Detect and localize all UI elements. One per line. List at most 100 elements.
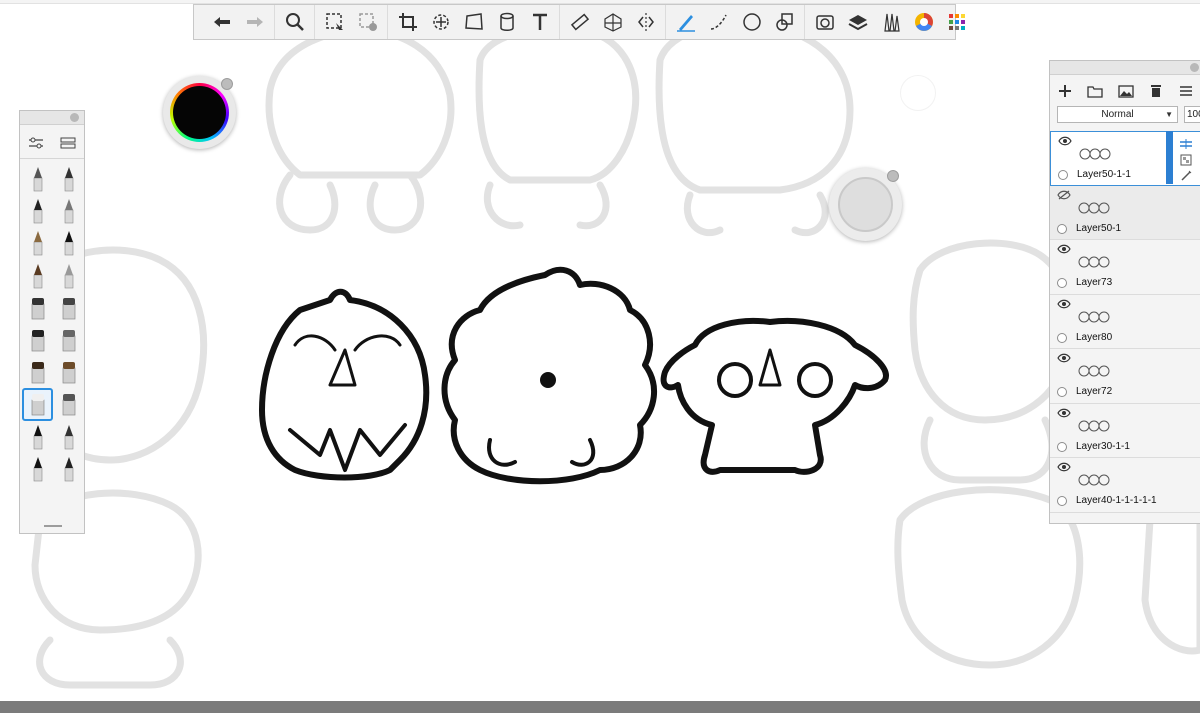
zoom-icon[interactable] — [278, 7, 311, 37]
brush-sets-icon[interactable] — [52, 127, 84, 159]
layer-select-radio[interactable] — [1058, 170, 1068, 180]
layer-thumbnail — [1078, 311, 1110, 322]
pen-icon[interactable] — [669, 7, 702, 37]
crop-icon[interactable] — [391, 7, 424, 37]
symmetry-icon[interactable] — [629, 7, 662, 37]
merge-down-icon[interactable] — [1178, 137, 1194, 151]
brush-puck-center[interactable] — [838, 177, 893, 232]
clear-selection-icon[interactable] — [351, 7, 384, 37]
layer-select-radio[interactable] — [1057, 278, 1067, 288]
flat-marker-brush-icon[interactable] — [53, 292, 84, 324]
layer-select-radio[interactable] — [1057, 332, 1067, 343]
brushes-icon[interactable] — [874, 7, 907, 37]
current-color-swatch[interactable] — [173, 86, 226, 139]
visibility-eye-icon[interactable] — [1058, 136, 1072, 146]
visibility-eye-icon[interactable] — [1057, 299, 1071, 309]
visibility-eye-icon[interactable] — [1057, 462, 1071, 472]
transform-group — [388, 5, 560, 39]
curve-icon[interactable] — [702, 7, 735, 37]
panel-header[interactable] — [20, 111, 84, 125]
resize-grip-icon[interactable] — [44, 525, 62, 527]
lasso-select-icon[interactable] — [318, 7, 351, 37]
layer-name: Layer72 — [1076, 386, 1113, 397]
airbrush-brush-icon[interactable] — [53, 260, 84, 292]
layer-opacity-input[interactable]: 100 — [1184, 106, 1200, 123]
brush-puck[interactable] — [829, 168, 902, 241]
needle-fine-brush-icon[interactable] — [53, 453, 84, 485]
layers-icon[interactable] — [841, 7, 874, 37]
main-toolbar — [193, 4, 965, 40]
layer-menu-icon[interactable] — [1171, 78, 1200, 104]
layer-row[interactable]: Layer40-1-1-1-1-1 — [1050, 458, 1200, 513]
color-puck[interactable] — [163, 76, 236, 149]
layer-list: Layer50-1-1 Layer50-1 Layer73 Layer80 Layer7… — [1050, 131, 1200, 513]
hidden-eye-icon[interactable] — [1057, 190, 1071, 200]
layer-row[interactable]: Layer30-1-1 — [1050, 403, 1200, 458]
ruler-icon[interactable] — [563, 7, 596, 37]
perspective-icon[interactable] — [596, 7, 629, 37]
pencil-brush-icon[interactable] — [22, 163, 53, 195]
layer-select-radio[interactable] — [1057, 441, 1067, 452]
visibility-eye-icon[interactable] — [1057, 244, 1071, 254]
paint-brush-icon[interactable] — [22, 260, 53, 292]
drawing-canvas[interactable]: Normal▼ 100 Layer50-1-1Layer50-1Layer73L… — [0, 0, 1200, 713]
fill-icon[interactable] — [490, 7, 523, 37]
brush-properties-icon[interactable] — [20, 127, 52, 159]
add-layer-icon[interactable] — [1050, 78, 1080, 104]
layer-name: Layer30-1-1 — [1076, 440, 1130, 452]
close-icon[interactable] — [1190, 63, 1199, 72]
ballpoint-brush-icon[interactable] — [22, 227, 53, 259]
color-wheel-icon[interactable] — [907, 7, 940, 37]
layer-wand-icon[interactable] — [1178, 169, 1194, 183]
layer-select-radio[interactable] — [1057, 387, 1067, 397]
copic-palette-icon[interactable] — [940, 7, 973, 37]
puck-grip-icon[interactable] — [887, 170, 899, 182]
undo-icon[interactable] — [205, 7, 238, 37]
layer-row[interactable]: Layer80 — [1050, 294, 1200, 349]
layer-select-radio[interactable] — [1057, 496, 1067, 506]
wet-brush-icon[interactable] — [22, 356, 53, 388]
puck-grip-icon[interactable] — [221, 78, 233, 90]
transform-icon[interactable] — [424, 7, 457, 37]
panels-group — [805, 5, 976, 39]
close-icon[interactable] — [70, 113, 79, 122]
active-layer-indicator — [1166, 131, 1173, 184]
layer-editor-panel: Normal▼ 100 Layer50-1-1Layer50-1Layer73L… — [1049, 60, 1200, 524]
history-group — [202, 5, 275, 39]
felt-pen-brush-icon[interactable] — [53, 163, 84, 195]
ellipse-icon[interactable] — [735, 7, 768, 37]
soft-round-brush-icon[interactable] — [22, 324, 53, 356]
layer-row[interactable]: Layer73 — [1050, 240, 1200, 295]
add-group-icon[interactable] — [1080, 78, 1110, 104]
layer-select-radio[interactable] — [1057, 223, 1067, 234]
dry-brush-icon[interactable] — [53, 356, 84, 388]
time-lapse-icon[interactable] — [808, 7, 841, 37]
fineliner-brush-icon[interactable] — [22, 421, 53, 453]
visibility-eye-icon[interactable] — [1057, 408, 1071, 418]
text-icon[interactable] — [523, 7, 556, 37]
eraser-hard-brush-icon[interactable] — [53, 388, 84, 420]
hard-round-brush-icon[interactable] — [53, 324, 84, 356]
visibility-eye-icon[interactable] — [1057, 353, 1071, 363]
fineliner-fine-brush-icon[interactable] — [53, 421, 84, 453]
distort-icon[interactable] — [457, 7, 490, 37]
needle-brush-icon[interactable] — [22, 453, 53, 485]
shape-icon[interactable] — [768, 7, 801, 37]
view-group — [275, 5, 315, 39]
add-image-icon[interactable] — [1110, 78, 1140, 104]
lock-transparency-icon[interactable] — [1178, 153, 1194, 167]
eraser-soft-brush-icon[interactable] — [22, 388, 53, 421]
clear-layer-icon[interactable] — [1141, 78, 1171, 104]
blend-mode-select[interactable]: Normal ▼ — [1057, 106, 1178, 123]
layer-row[interactable]: Layer72 — [1050, 349, 1200, 404]
canvas-dot — [900, 75, 936, 111]
layer-name: Layer50-1-1 — [1077, 169, 1131, 180]
marker-brush-icon[interactable] — [53, 227, 84, 259]
redo-icon[interactable] — [238, 7, 271, 37]
layer-row[interactable]: Layer50-1 — [1050, 185, 1200, 240]
chevron-down-icon: ▼ — [1165, 110, 1173, 119]
technical-pen-brush-icon[interactable] — [53, 195, 84, 227]
panel-header[interactable] — [1050, 61, 1200, 75]
chisel-marker-brush-icon[interactable] — [22, 292, 53, 324]
inking-brush-icon[interactable] — [22, 195, 53, 227]
